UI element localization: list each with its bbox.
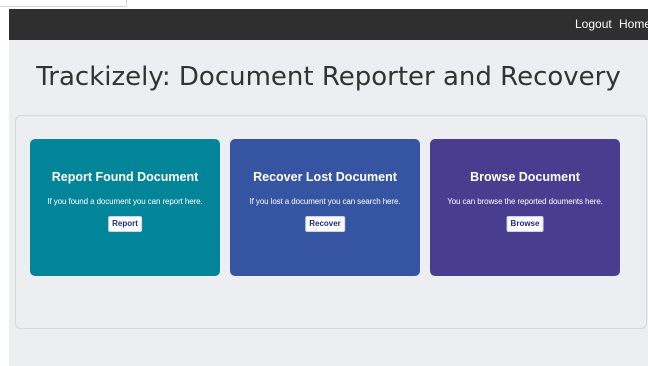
- report-found-document-card: Report Found Document If you found a doc…: [30, 139, 220, 276]
- top-navbar: Logout Home: [9, 9, 648, 40]
- card-description: You can browse the reported douments her…: [447, 197, 603, 206]
- card-title: Recover Lost Document: [253, 170, 397, 184]
- recover-lost-document-card: Recover Lost Document If you lost a docu…: [230, 139, 420, 276]
- card-title: Report Found Document: [51, 170, 199, 184]
- browse-document-card: Browse Document You can browse the repor…: [430, 139, 620, 276]
- recover-button[interactable]: Recover: [305, 216, 345, 232]
- logout-link[interactable]: Logout: [575, 9, 612, 40]
- card-description: If you found a document you can report h…: [47, 197, 203, 206]
- browse-button[interactable]: Browse: [506, 216, 544, 232]
- page-title: Trackizely: Document Reporter and Recove…: [36, 62, 621, 92]
- card-title: Browse Document: [470, 170, 580, 184]
- card-description: If you lost a document you can search he…: [249, 197, 401, 206]
- page: Logout Home Trackizely: Document Reporte…: [9, 9, 648, 366]
- report-button[interactable]: Report: [108, 216, 142, 232]
- home-link[interactable]: Home: [619, 9, 648, 40]
- browser-tab-edge: [0, 0, 127, 7]
